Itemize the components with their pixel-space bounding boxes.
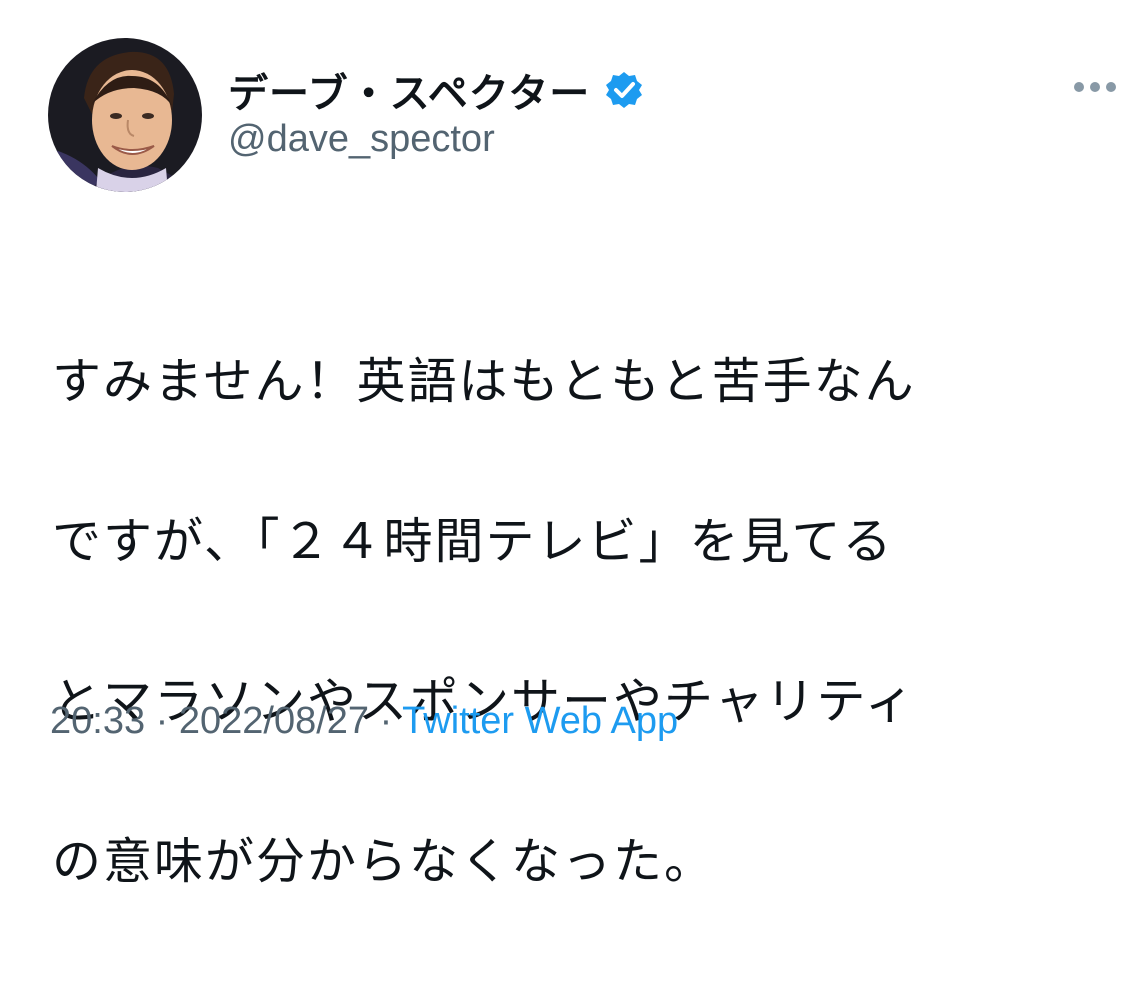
tweet-text-line: すみません！英語はもともと苦手なん — [52, 353, 916, 410]
tweet-meta: 20:33 · 2022/08/27 · Twitter Web App — [50, 700, 678, 743]
dot — [1106, 82, 1116, 92]
more-dots-icon[interactable] — [1068, 72, 1122, 102]
display-name[interactable]: デーブ・スペクター — [228, 61, 590, 119]
tweet-text-line: の意味が分からなくなった。 — [52, 833, 716, 890]
author-name-row[interactable]: デーブ・スペクター — [228, 62, 644, 118]
avatar[interactable] — [48, 38, 202, 192]
author-handle[interactable]: @dave_spector — [228, 118, 495, 161]
tweet-text: すみません！英語はもともと苦手なん ですが、「２４時間テレビ」を見てる とマラソ… — [52, 262, 1112, 982]
meta-separator: · — [155, 700, 169, 742]
tweet-text-line: ですが、「２４時間テレビ」を見てる — [52, 513, 894, 570]
dot — [1090, 82, 1100, 92]
dot — [1074, 82, 1084, 92]
meta-separator: · — [379, 700, 393, 742]
tweet-date[interactable]: 2022/08/27 — [179, 700, 369, 742]
verified-badge-icon — [606, 72, 643, 108]
tweet-source-link[interactable]: Twitter Web App — [402, 700, 678, 742]
tweet-time[interactable]: 20:33 — [50, 700, 145, 742]
profile-photo-icon — [48, 38, 202, 192]
